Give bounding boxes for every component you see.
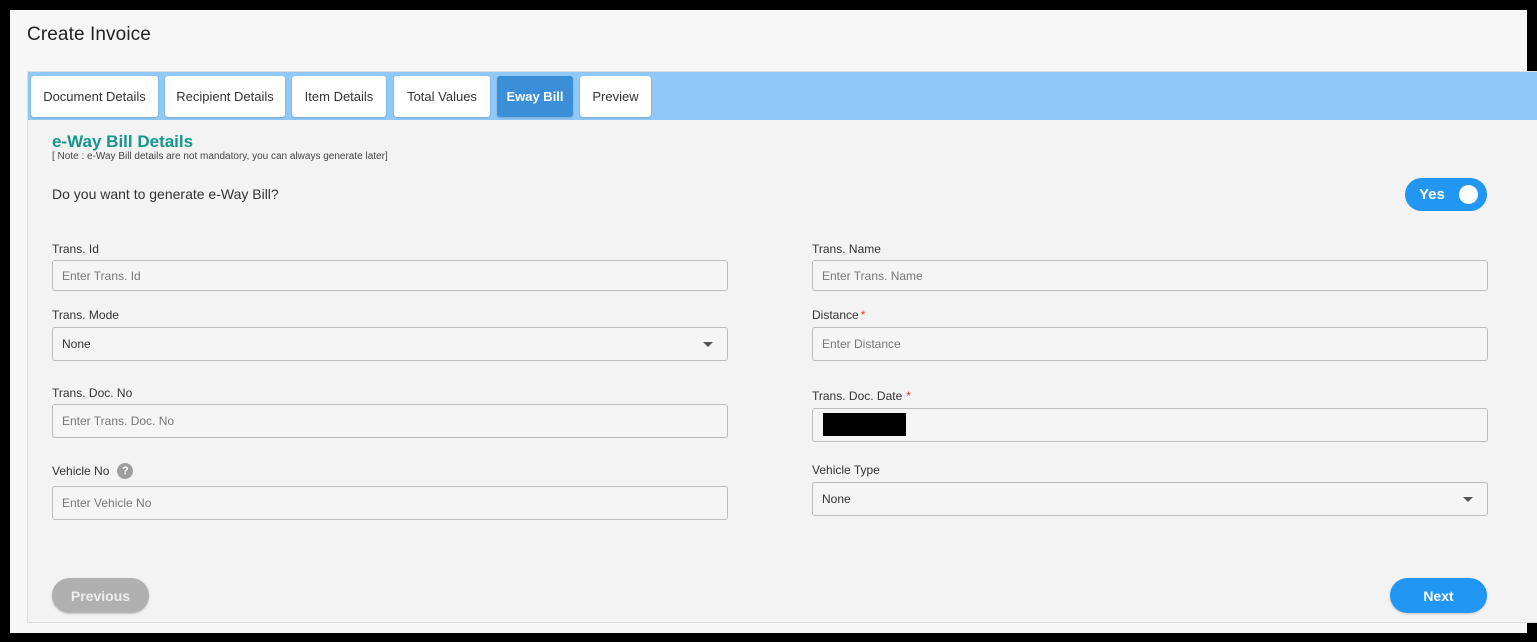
trans-mode-value: None [62,337,91,351]
distance-label: Distance * [812,308,865,322]
tab-eway-bill[interactable]: Eway Bill [497,76,573,117]
vehicle-no-input[interactable] [52,486,728,520]
required-mark: * [860,308,866,322]
tab-recipient-details[interactable]: Recipient Details [165,76,285,117]
distance-label-text: Distance [812,308,859,322]
toggle-label: Yes [1419,186,1445,203]
tab-item-details[interactable]: Item Details [292,76,386,117]
generate-eway-question: Do you want to generate e-Way Bill? [52,186,279,202]
trans-doc-no-label: Trans. Doc. No [52,386,132,400]
vehicle-type-select[interactable]: None [812,482,1488,516]
invoice-card: Document Details Recipient Details Item … [27,71,1537,623]
chevron-down-icon [1463,497,1473,502]
page-title: Create Invoice [27,24,151,45]
tab-total-values[interactable]: Total Values [394,76,490,117]
vehicle-type-label: Vehicle Type [812,463,880,477]
section-title: e-Way Bill Details [52,132,194,151]
chevron-down-icon [703,342,713,347]
tab-bar: Document Details Recipient Details Item … [28,72,1537,120]
trans-mode-label: Trans. Mode [52,308,119,322]
trans-doc-no-input[interactable] [52,404,728,438]
section-note: [ Note : e-Way Bill details are not mand… [52,151,388,162]
trans-doc-date-input[interactable] [812,408,1488,442]
redacted-date-value [823,413,906,436]
app-screen: Create Invoice Document Details Recipien… [10,10,1537,633]
next-button[interactable]: Next [1390,578,1487,613]
toggle-knob [1459,185,1478,204]
generate-eway-toggle[interactable]: Yes [1405,178,1487,211]
trans-name-label: Trans. Name [812,242,881,256]
vehicle-type-value: None [822,492,851,506]
trans-id-label-text: Trans. Id [52,242,99,256]
help-icon[interactable]: ? [117,463,134,479]
trans-mode-label-text: Trans. Mode [52,308,119,322]
trans-name-label-text: Trans. Name [812,242,881,256]
trans-doc-no-label-text: Trans. Doc. No [52,386,133,400]
distance-input[interactable] [812,327,1488,361]
trans-name-input[interactable] [812,260,1488,291]
trans-id-label: Trans. Id [52,242,99,256]
trans-mode-select[interactable]: None [52,327,728,361]
tab-preview[interactable]: Preview [580,76,651,117]
trans-doc-date-label: Trans. Doc. Date * [812,389,911,403]
tab-document-details[interactable]: Document Details [31,76,158,117]
previous-button[interactable]: Previous [52,578,149,613]
trans-id-input[interactable] [52,260,728,291]
vehicle-type-label-text: Vehicle Type [812,463,880,477]
required-mark: * [906,389,911,403]
vehicle-no-label-text: Vehicle No [52,464,110,478]
trans-doc-date-label-text: Trans. Doc. Date [812,389,903,403]
vehicle-no-label: Vehicle No ? [52,463,134,479]
